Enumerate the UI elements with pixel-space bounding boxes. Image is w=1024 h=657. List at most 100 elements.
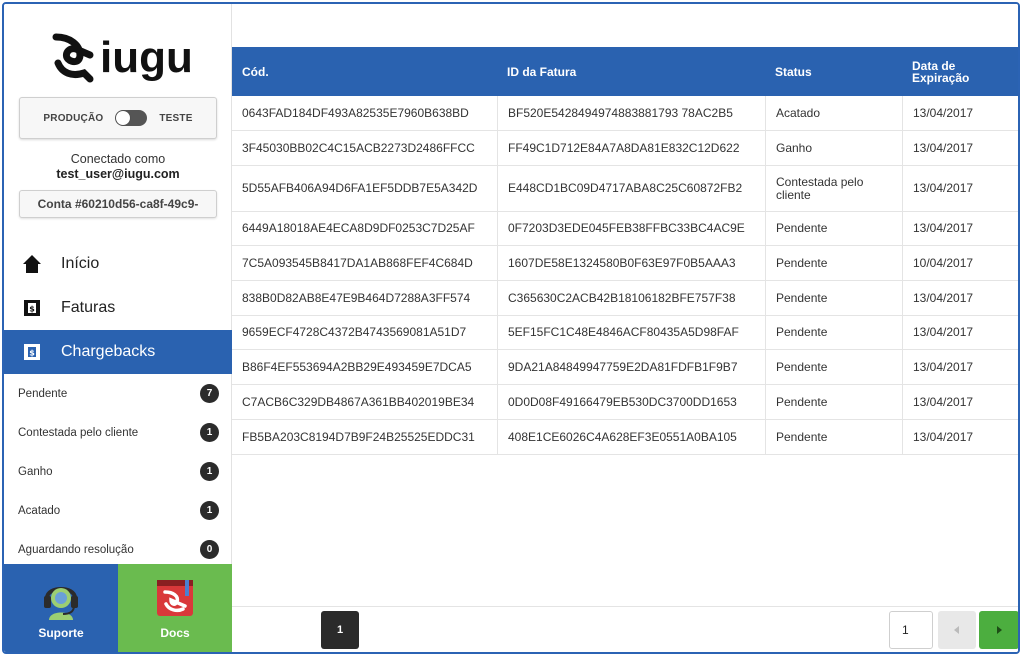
toggle-knob: [116, 111, 131, 125]
sidebar: iugu PRODUÇÃO TESTE Conectado como test_…: [4, 4, 232, 652]
nav-item-label: Início: [61, 255, 100, 272]
cell-status: Contestada pelo cliente: [765, 166, 902, 211]
subnav-item-ganho[interactable]: Ganho 1: [4, 452, 232, 491]
table-row[interactable]: 6449A18018AE4ECA8D9DF0253C7D25AF 0F7203D3…: [232, 212, 1018, 246]
cell-invoice-id: 0D0D08F49166479EB530DC3700DD1653: [497, 385, 765, 419]
cell-expiration-date: 13/04/2017: [902, 166, 1018, 211]
table-row[interactable]: C7ACB6C329DB4867A361BB402019BE34 0D0D08F4…: [232, 385, 1018, 420]
table-row[interactable]: 0643FAD184DF493A82535E7960B638BD BF520E54…: [232, 96, 1018, 131]
subnav-item-pendente[interactable]: Pendente 7: [4, 374, 232, 413]
cell-expiration-date: 13/04/2017: [902, 281, 1018, 315]
table-row[interactable]: 5D55AFB406A94D6FA1EF5DDB7E5A342D E448CD1B…: [232, 166, 1018, 212]
cell-status: Pendente: [765, 385, 902, 419]
connection-info: Conectado como test_user@iugu.com: [4, 152, 232, 182]
previous-page-button[interactable]: [938, 611, 976, 649]
chevron-left-icon: [954, 626, 959, 634]
cell-cod: 838B0D82AB8E47E9B464D7288A3FF574: [242, 290, 471, 305]
connected-as-label: Conectado como: [70, 152, 166, 166]
cell-invoice-id: 408E1CE6026C4A628EF3E0551A0BA105: [497, 420, 765, 454]
nav-item-inicio[interactable]: Início: [4, 243, 232, 285]
cell-expiration-date: 13/04/2017: [902, 212, 1018, 245]
docs-book-icon: [157, 580, 193, 616]
cell-invoice-id: E448CD1BC09D4717ABA8C25C60872FB2: [497, 166, 765, 211]
cell-expiration-date: 13/04/2017: [902, 385, 1018, 419]
cell-cod: 9659ECF4728C4372B4743569081A51D7: [242, 325, 467, 339]
support-agent-icon: [44, 587, 78, 620]
cell-status: Pendente: [765, 246, 902, 280]
column-header-data[interactable]: Data de Expiração: [902, 47, 992, 96]
cell-invoice-id: 1607DE58E1324580B0F63E97F0B5AAA3: [497, 246, 765, 280]
cell-cod: C7ACB6C329DB4867A361BB402019BE34: [242, 394, 475, 409]
test-label: TESTE: [159, 112, 193, 124]
cell-invoice-id: C365630C2ACB42B18106182BFE757F38: [497, 281, 765, 315]
subnav-item-contestada[interactable]: Contestada pelo cliente 1: [4, 413, 232, 452]
account-selector[interactable]: Conta #60210d56-ca8f-49c9-: [19, 190, 217, 218]
cell-invoice-id: 5EF15FC1C48E4846ACF80435A5D98FAF: [497, 316, 765, 349]
table-row[interactable]: 7C5A093545B8417DA1AB868FEF4C684D 1607DE58…: [232, 246, 1018, 281]
table-row[interactable]: B86F4EF553694A2BB29E493459E7DCA5 9DA21A84…: [232, 350, 1018, 385]
chargeback-icon: $: [21, 341, 43, 363]
count-badge: 0: [200, 540, 219, 559]
docs-button[interactable]: Docs: [118, 564, 232, 652]
app-frame: iugu PRODUÇÃO TESTE Conectado como test_…: [2, 2, 1020, 654]
table-row[interactable]: FB5BA203C8194D7B9F24B25525EDDC31 408E1CE6…: [232, 420, 1018, 455]
column-header-status[interactable]: Status: [765, 47, 902, 96]
support-button[interactable]: Suporte: [4, 564, 118, 652]
home-icon: [21, 253, 43, 275]
count-badge: 1: [200, 462, 219, 481]
cell-expiration-date: 13/04/2017: [902, 131, 1018, 165]
cell-invoice-id: FF49C1D712E84A7A8DA81E832C12D622: [497, 131, 765, 165]
subnav-label: Acatado: [18, 504, 61, 517]
table-row[interactable]: 3F45030BB02C4C15ACB2273D2486FFCC FF49C1D7…: [232, 131, 1018, 166]
column-header-cod[interactable]: Cód.: [232, 47, 497, 96]
cell-invoice-id: 9DA21A84849947759E2DA81FDFB1F9B7: [497, 350, 765, 384]
invoice-icon: $: [21, 297, 43, 319]
count-badge: 7: [200, 384, 219, 403]
production-label: PRODUÇÃO: [43, 112, 104, 124]
cell-cod: 3F45030BB02C4C15ACB2273D2486FFCC: [242, 140, 475, 155]
cell-cod: 5D55AFB406A94D6FA1EF5DDB7E5A342D: [242, 181, 478, 195]
environment-switch[interactable]: PRODUÇÃO TESTE: [19, 97, 217, 139]
cell-status: Pendente: [765, 281, 902, 315]
svg-text:$: $: [29, 349, 35, 358]
nav-item-faturas[interactable]: $ Faturas: [4, 287, 232, 329]
nav-item-chargebacks[interactable]: $ Chargebacks: [4, 330, 232, 374]
cell-status: Pendente: [765, 212, 902, 245]
cell-invoice-id: 0F7203D3EDE045FEB38FFBC33BC4AC9E: [497, 212, 765, 245]
cell-expiration-date: 13/04/2017: [902, 420, 1018, 454]
page-button-current[interactable]: 1: [321, 611, 359, 649]
environment-toggle[interactable]: [115, 110, 148, 126]
connected-user: test_user@iugu.com: [56, 167, 180, 181]
cell-cod: FB5BA203C8194D7B9F24B25525EDDC31: [242, 429, 475, 444]
table-row[interactable]: 838B0D82AB8E47E9B464D7288A3FF574 C365630C…: [232, 281, 1018, 316]
cell-status: Pendente: [765, 316, 902, 349]
svg-text:$: $: [29, 305, 35, 314]
iugu-logo[interactable]: iugu: [50, 30, 193, 86]
support-label: Suporte: [38, 626, 84, 640]
count-badge: 1: [200, 501, 219, 520]
cell-cod: 6449A18018AE4ECA8D9DF0253C7D25AF: [242, 221, 475, 235]
next-page-button[interactable]: [979, 611, 1018, 649]
column-header-id[interactable]: ID da Fatura: [497, 47, 765, 96]
docs-label: Docs: [160, 626, 190, 640]
cell-cod: 0643FAD184DF493A82535E7960B638BD: [242, 105, 469, 120]
subnav-label: Contestada pelo cliente: [18, 426, 139, 439]
cell-status: Pendente: [765, 420, 902, 454]
main-content: Cód. ID da Fatura Status Data de Expiraç…: [232, 4, 1018, 652]
chevron-right-icon: [997, 626, 1002, 634]
cell-status: Acatado: [765, 96, 902, 130]
page-number-input[interactable]: [889, 611, 933, 649]
count-badge: 1: [200, 423, 219, 442]
cell-status: Ganho: [765, 131, 902, 165]
cell-expiration-date: 13/04/2017: [902, 316, 1018, 349]
cell-status: Pendente: [765, 350, 902, 384]
table-row[interactable]: 9659ECF4728C4372B4743569081A51D7 5EF15FC1…: [232, 316, 1018, 350]
table-header: Cód. ID da Fatura Status Data de Expiraç…: [232, 47, 1018, 96]
subnav-label: Ganho: [18, 465, 53, 478]
subnav-label: Pendente: [18, 387, 68, 400]
cell-expiration-date: 10/04/2017: [902, 246, 1018, 280]
subnav-label: Aguardando resolução: [18, 543, 134, 556]
subnav-item-acatado[interactable]: Acatado 1: [4, 491, 232, 530]
nav-item-label: Faturas: [61, 299, 116, 316]
iugu-logo-icon: [52, 33, 94, 83]
